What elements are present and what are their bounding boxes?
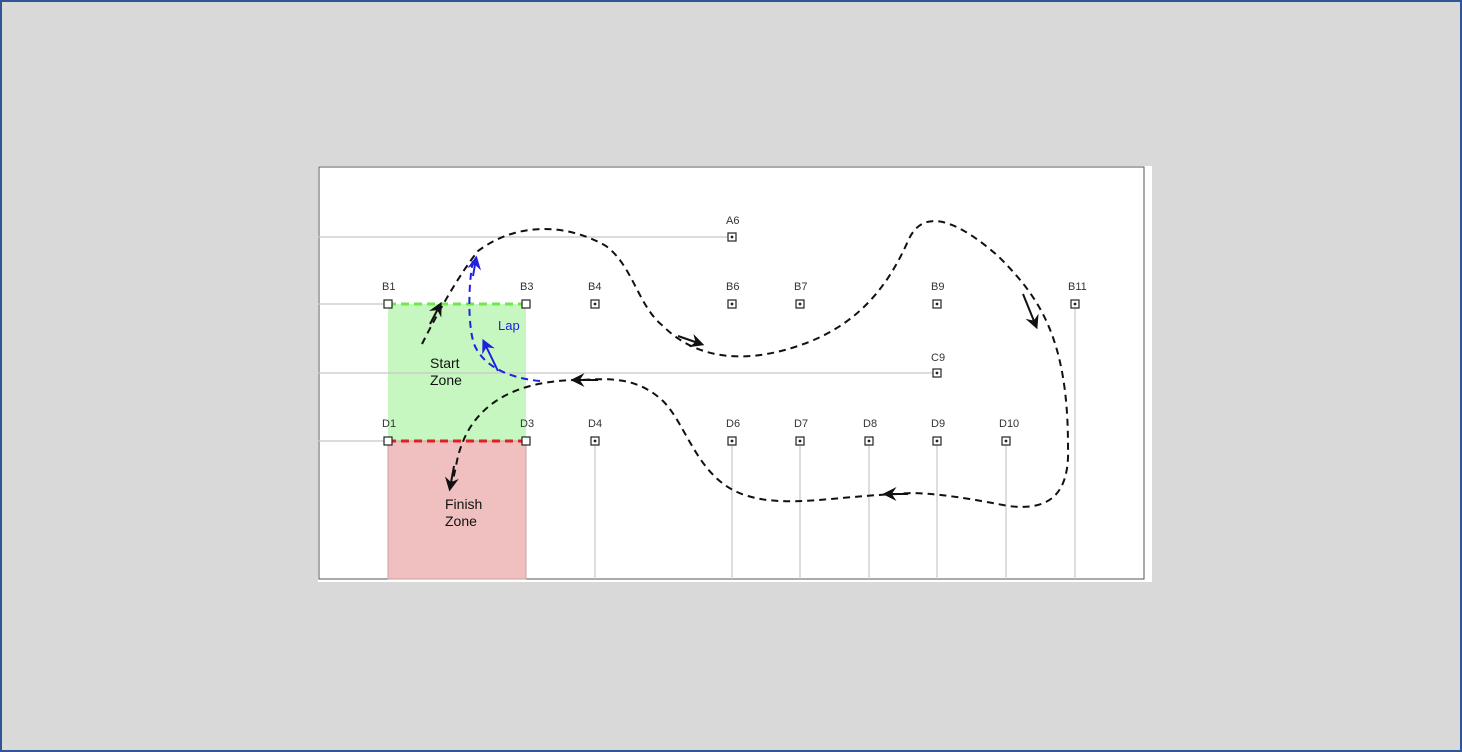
label-a6: A6 bbox=[726, 215, 739, 227]
label-b11: B11 bbox=[1068, 281, 1087, 293]
label-b3: B3 bbox=[520, 281, 533, 293]
course-diagram: A6 B1 B3 B4 B6 B7 B9 B11 C9 D1 D3 D4 D6 … bbox=[318, 166, 1152, 582]
label-d7: D7 bbox=[794, 418, 808, 430]
label-d8: D8 bbox=[863, 418, 877, 430]
label-c9: C9 bbox=[931, 352, 945, 364]
marker-d1 bbox=[383, 436, 393, 446]
label-d4: D4 bbox=[588, 418, 602, 430]
label-d3: D3 bbox=[520, 418, 534, 430]
lap-label: Lap bbox=[498, 318, 520, 333]
label-d6: D6 bbox=[726, 418, 740, 430]
label-b9: B9 bbox=[931, 281, 944, 293]
label-b1: B1 bbox=[382, 281, 395, 293]
label-d9: D9 bbox=[931, 418, 945, 430]
marker-b1 bbox=[383, 299, 393, 309]
marker-dots bbox=[593, 235, 1077, 443]
label-d1: D1 bbox=[382, 418, 396, 430]
start-zone-label-1: Start bbox=[430, 355, 460, 371]
finish-zone-label-2: Zone bbox=[445, 513, 477, 529]
label-b4: B4 bbox=[588, 281, 601, 293]
marker-b3 bbox=[521, 299, 531, 309]
label-d10: D10 bbox=[999, 418, 1019, 430]
finish-zone-label-1: Finish bbox=[445, 496, 482, 512]
marker-d3 bbox=[521, 436, 531, 446]
start-zone-label-2: Zone bbox=[430, 372, 462, 388]
label-b7: B7 bbox=[794, 281, 807, 293]
label-b6: B6 bbox=[726, 281, 739, 293]
